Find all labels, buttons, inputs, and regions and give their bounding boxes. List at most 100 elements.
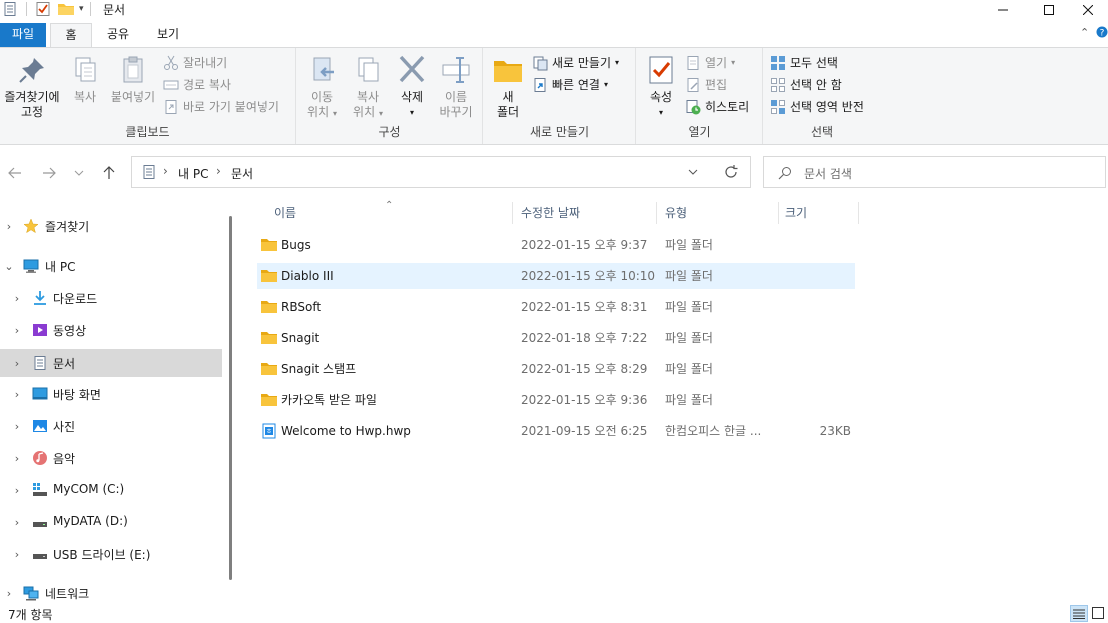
nav-item-videos[interactable]: › 동영상 [0,317,222,343]
nav-item-drive-c[interactable]: › MyCOM (C:) [0,477,222,503]
file-row[interactable]: Bugs 2022-01-15 오후 9:37 파일 폴더 [257,232,855,258]
sort-ascending-icon: ⌃ [385,200,394,211]
large-icons-view-button[interactable] [1092,607,1104,619]
column-divider[interactable] [858,202,859,224]
copy-path-button[interactable]: 경로 복사 [163,75,231,95]
new-folder-quick-icon[interactable] [57,1,75,17]
nav-item-this-pc[interactable]: ⌄ 내 PC [0,253,222,279]
minimize-button[interactable] [980,0,1026,20]
details-view-button[interactable] [1070,605,1088,622]
delete-button[interactable]: 삭제 ▾ [393,54,431,120]
tab-view[interactable]: 보기 [146,23,190,47]
rename-label-2: 바꾸기 [439,105,473,119]
chevron-right-icon[interactable]: › [12,548,22,561]
breadcrumb-my-pc[interactable]: 내 PC [178,165,208,182]
chevron-down-icon[interactable]: ⌄ [4,260,14,273]
help-icon[interactable]: ? [1096,25,1108,39]
copy-to-label-2: 위치 ▾ [353,105,383,119]
nav-item-network[interactable]: › 네트워크 [0,580,222,606]
nav-item-quick-access[interactable]: › 즐겨찾기 [0,213,222,239]
customize-dropdown-icon[interactable]: ▾ [79,4,84,14]
column-divider[interactable] [778,202,779,224]
edit-button[interactable]: 편집 [685,75,727,95]
new-folder-button[interactable]: 새 폴더 [490,54,526,120]
chevron-right-icon[interactable]: › [4,220,14,233]
refresh-icon[interactable] [724,165,738,179]
group-new: 새 폴더 새로 만들기 ▾ 빠른 연결 ▾ 새로 만들기 [484,48,636,144]
select-all-button[interactable]: 모두 선택 [770,53,838,73]
cut-button[interactable]: 잘라내기 [163,53,227,73]
chevron-right-icon[interactable]: › [12,420,22,433]
tab-home[interactable]: 홈 [50,23,92,48]
chevron-right-icon[interactable]: › [12,452,22,465]
history-button[interactable]: 히스토리 [685,97,749,117]
select-none-button[interactable]: 선택 안 함 [770,75,842,95]
history-icon [685,99,701,115]
properties-check-icon[interactable] [35,1,51,17]
file-row[interactable]: Snagit 2022-01-18 오후 7:22 파일 폴더 [257,325,855,351]
new-item-dropdown-icon: ▾ [615,58,620,67]
file-row[interactable]: 카카오톡 받은 파일 2022-01-15 오후 9:36 파일 폴더 [257,387,855,413]
chevron-right-icon[interactable]: › [12,484,22,497]
chevron-right-icon[interactable]: › [12,516,22,529]
up-button[interactable] [98,162,120,184]
network-icon [23,585,39,601]
paste-shortcut-button[interactable]: 바로 가기 붙여넣기 [163,97,279,117]
chevron-right-icon[interactable]: › [12,292,22,305]
recent-locations-button[interactable] [69,162,89,184]
collapse-ribbon-icon[interactable]: ⌃ [1080,26,1089,39]
file-name: Snagit [281,331,320,345]
move-to-button[interactable]: 이동 위치 ▾ [301,54,343,121]
back-button[interactable] [4,162,26,184]
new-item-button[interactable]: 새로 만들기 ▾ [532,53,619,73]
copy-to-button[interactable]: 복사 위치 ▾ [347,54,389,121]
hwp-file-icon: ㅎ [261,423,277,439]
column-header-name[interactable]: 이름 [274,200,296,228]
chevron-right-icon[interactable]: › [12,357,22,370]
properties-button[interactable]: 속성 ▾ [643,54,679,120]
address-history-dropdown-icon[interactable] [688,169,698,175]
chevron-right-icon[interactable]: › [4,587,14,600]
breadcrumb-documents[interactable]: 문서 [231,165,253,182]
tab-share[interactable]: 공유 [96,23,140,47]
invert-selection-button[interactable]: 선택 영역 반전 [770,97,864,117]
maximize-button[interactable] [1026,0,1072,20]
column-header-size[interactable]: 크기 [785,200,807,228]
file-row[interactable]: RBSoft 2022-01-15 오후 8:31 파일 폴더 [257,294,855,320]
select-group-label: 선택 [810,125,834,139]
breadcrumb-separator[interactable]: › [216,164,221,178]
nav-item-drive-d[interactable]: › MyDATA (D:) [0,509,222,535]
close-button[interactable] [1068,0,1108,20]
column-header-type[interactable]: 유형 [665,200,687,228]
chevron-right-icon[interactable]: › [12,324,22,337]
open-button[interactable]: 열기 ▾ [685,53,735,73]
copy-button[interactable]: 복사 [66,54,104,105]
file-row[interactable]: ㅎ Welcome to Hwp.hwp 2021-09-15 오전 6:25 … [257,418,855,444]
chevron-right-icon[interactable]: › [12,388,22,401]
file-row[interactable]: Snagit 스탬프 2022-01-15 오후 8:29 파일 폴더 [257,356,855,382]
group-organize: 이동 위치 ▾ 복사 위치 ▾ 삭제 ▾ 이름 바꾸기 구성 [297,48,483,144]
forward-button[interactable] [38,162,60,184]
file-name: Diablo III [281,269,334,283]
column-header-date[interactable]: 수정한 날짜 [521,200,580,228]
nav-item-pictures[interactable]: › 사진 [0,413,222,439]
nav-item-downloads[interactable]: › 다운로드 [0,285,222,311]
navigation-pane-scrollbar[interactable] [229,216,232,580]
search-box[interactable]: 문서 검색 [763,156,1106,188]
pin-to-quick-access-button[interactable]: 즐겨찾기에 고정 [2,54,62,120]
rename-button[interactable]: 이름 바꾸기 [433,54,479,120]
easy-access-button[interactable]: 빠른 연결 ▾ [532,75,608,95]
address-bar[interactable]: › 내 PC › 문서 [131,156,751,188]
file-name: Snagit 스탬프 [281,362,357,376]
picture-icon [32,418,48,434]
column-divider[interactable] [656,202,657,224]
column-divider[interactable] [512,202,513,224]
nav-item-music[interactable]: › 음악 [0,445,222,471]
nav-item-desktop[interactable]: › 바탕 화면 [0,381,222,407]
file-row-hovered[interactable]: Diablo III 2022-01-15 오후 10:10 파일 폴더 [257,263,855,289]
nav-item-documents[interactable]: › 문서 [0,349,222,377]
tab-file[interactable]: 파일 [0,23,46,47]
nav-item-usb-e[interactable]: › USB 드라이브 (E:) [0,541,222,567]
breadcrumb-separator[interactable]: › [163,164,168,178]
paste-button[interactable]: 붙여넣기 [108,54,158,105]
